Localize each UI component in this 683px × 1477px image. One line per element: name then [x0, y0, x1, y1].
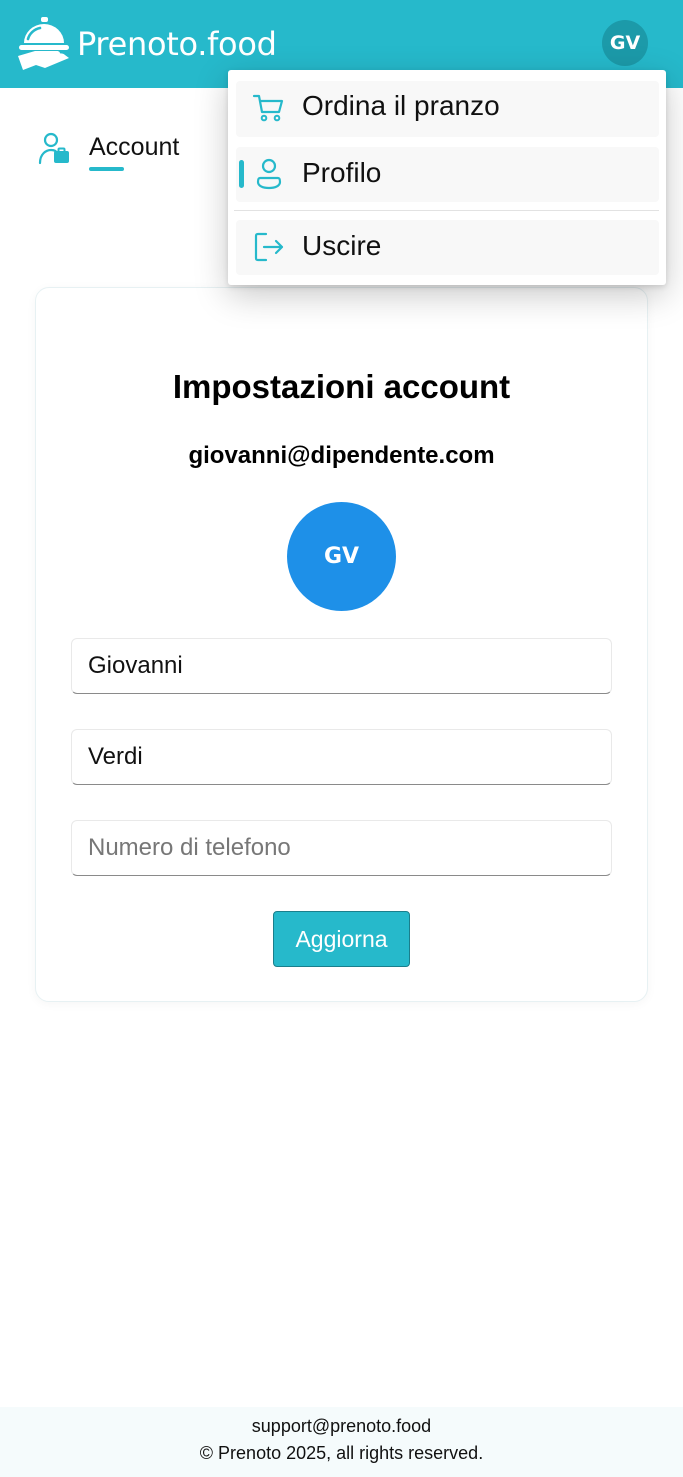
brand-logo[interactable]: Prenoto.food — [16, 16, 277, 72]
phone-field[interactable] — [71, 820, 612, 876]
menu-item-label: Uscire — [302, 230, 382, 261]
menu-item-label: Profilo — [302, 157, 382, 188]
user-briefcase-icon — [38, 132, 69, 165]
menu-item-order-lunch[interactable]: Ordina il pranzo — [236, 81, 659, 137]
active-item-indicator — [239, 160, 244, 188]
menu-item-profile[interactable]: Profilo — [236, 147, 659, 202]
user-email: giovanni@dipendente.com — [188, 442, 495, 469]
active-tab-indicator — [89, 167, 124, 171]
last-name-field[interactable] — [71, 729, 612, 785]
footer: support@prenoto.food © Prenoto 2025, all… — [0, 1407, 683, 1477]
first-name-field[interactable] — [71, 638, 612, 694]
update-button[interactable]: Aggiorna — [273, 911, 410, 967]
profile-avatar[interactable]: GV — [287, 502, 396, 611]
cart-icon — [252, 94, 284, 122]
account-settings-card: Impostazioni account giovanni@dipendente… — [35, 287, 648, 1002]
brand-name: Prenoto.food — [77, 25, 277, 63]
page-title: Impostazioni account — [172, 368, 511, 405]
user-dropdown-menu: Ordina il pranzo Profilo Uscire — [228, 70, 666, 285]
menu-divider — [234, 210, 659, 211]
copyright-text: © Prenoto 2025, all rights reserved. — [199, 1443, 484, 1463]
menu-item-label: Ordina il pranzo — [302, 90, 500, 121]
support-email[interactable]: support@prenoto.food — [0, 1416, 683, 1437]
user-icon — [256, 158, 282, 190]
serving-cloche-hand-icon — [18, 17, 69, 70]
user-avatar-button[interactable]: GV — [602, 20, 648, 66]
account-nav-label: Account — [89, 133, 180, 161]
logout-icon — [254, 232, 284, 262]
menu-item-logout[interactable]: Uscire — [236, 220, 659, 275]
